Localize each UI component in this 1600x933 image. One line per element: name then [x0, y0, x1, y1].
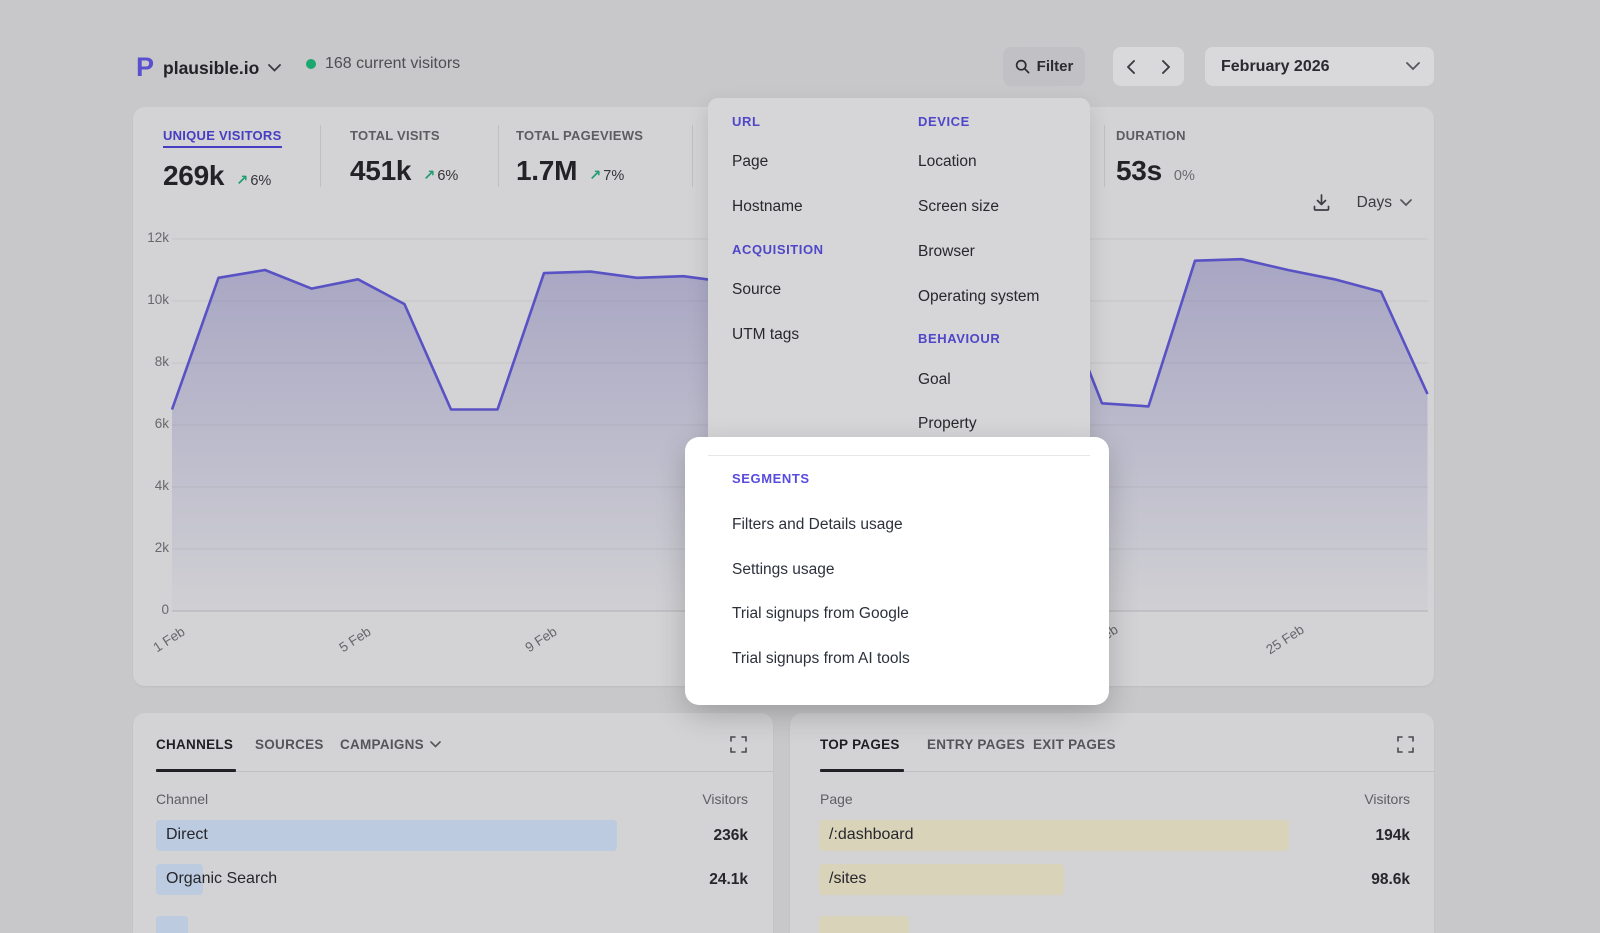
row-value: 194k	[1376, 827, 1410, 845]
column-header: Page	[820, 791, 853, 807]
stat-change: ↗7%	[589, 168, 624, 184]
stat-duration[interactable]: DURATION 53s 0%	[1116, 128, 1195, 187]
row-value: 24.1k	[709, 871, 748, 889]
prev-period-button[interactable]	[1113, 47, 1149, 86]
stat-change: ↗6%	[423, 168, 458, 184]
chevron-down-icon	[430, 741, 441, 748]
filter-section-acquisition: ACQUISITION	[732, 242, 824, 262]
current-visitors[interactable]: 168 current visitors	[306, 55, 460, 73]
tab-campaigns[interactable]: CAMPAIGNS	[340, 737, 441, 752]
filter-item-hostname[interactable]: Hostname	[732, 198, 803, 220]
stat-total-visits[interactable]: TOTAL VISITS 451k ↗6%	[350, 128, 458, 187]
chevron-down-icon	[268, 64, 281, 72]
stat-divider	[320, 125, 321, 187]
x-axis-label: 1 Feb	[130, 610, 209, 668]
stat-change: 0%	[1174, 168, 1195, 184]
menu-divider	[708, 455, 1090, 456]
filter-item-operating-system[interactable]: Operating system	[918, 288, 1039, 310]
filter-item-property[interactable]: Property	[918, 415, 977, 437]
x-axis-label: 9 Feb	[502, 610, 581, 668]
current-visitors-label: 168 current visitors	[325, 55, 460, 73]
stat-label: UNIQUE VISITORS	[163, 128, 282, 148]
date-range-label: February 2026	[1221, 58, 1330, 76]
filter-button[interactable]: Filter	[1003, 47, 1085, 86]
row-value: 236k	[714, 827, 748, 845]
row-bar	[819, 916, 909, 933]
filter-section-behaviour: BEHAVIOUR	[918, 331, 1000, 351]
stat-divider	[498, 125, 499, 187]
filter-button-label: Filter	[1037, 58, 1074, 75]
segments-spotlight: SEGMENTS Filters and Details usage Setti…	[685, 437, 1109, 705]
x-axis-label: 25 Feb	[1246, 610, 1325, 668]
chevron-right-icon	[1162, 60, 1171, 74]
trend-up-icon: ↗	[423, 168, 435, 184]
period-nav	[1113, 47, 1184, 86]
interval-label: Days	[1357, 194, 1392, 212]
filter-section-segments: SEGMENTS	[732, 471, 810, 486]
chevron-down-icon	[1400, 199, 1412, 207]
stat-value: 269k	[163, 160, 224, 192]
date-range-select[interactable]: February 2026	[1205, 47, 1434, 86]
filter-item-location[interactable]: Location	[918, 153, 977, 175]
stat-unique-visitors[interactable]: UNIQUE VISITORS 269k ↗6%	[163, 128, 282, 192]
tabs-divider	[156, 771, 773, 772]
stat-value: 53s	[1116, 155, 1162, 187]
stat-label: TOTAL PAGEVIEWS	[516, 128, 643, 143]
filter-item-screen-size[interactable]: Screen size	[918, 198, 999, 220]
pages-panel: TOP PAGES ENTRY PAGES EXIT PAGES Page Vi…	[790, 713, 1434, 933]
stat-divider	[1104, 125, 1105, 187]
dashboard-page: P plausible.io 168 current visitors Filt…	[0, 0, 1600, 933]
stat-value: 451k	[350, 155, 411, 187]
row-bar	[156, 820, 617, 851]
site-picker[interactable]: P plausible.io	[136, 50, 281, 86]
column-header: Visitors	[1364, 791, 1410, 807]
column-header: Visitors	[702, 791, 748, 807]
chevron-left-icon	[1126, 60, 1135, 74]
live-dot-icon	[306, 59, 316, 69]
stat-label: DURATION	[1116, 128, 1195, 143]
segment-item-filters-details[interactable]: Filters and Details usage	[732, 516, 903, 538]
stat-divider	[692, 125, 693, 187]
tab-channels[interactable]: CHANNELS	[156, 737, 233, 752]
tab-exit-pages[interactable]: EXIT PAGES	[1033, 737, 1116, 752]
stat-value: 1.7M	[516, 155, 577, 187]
row-name: /sites	[829, 870, 866, 888]
tabs-divider	[820, 771, 1434, 772]
filter-item-browser[interactable]: Browser	[918, 243, 975, 265]
x-axis-label: 5 Feb	[316, 610, 395, 668]
column-header: Channel	[156, 791, 208, 807]
row-name: Direct	[166, 826, 208, 844]
filter-item-goal[interactable]: Goal	[918, 371, 951, 393]
chevron-down-icon	[1406, 62, 1420, 71]
tab-entry-pages[interactable]: ENTRY PAGES	[927, 737, 1025, 752]
filter-item-page[interactable]: Page	[732, 153, 768, 175]
expand-icon[interactable]	[730, 736, 747, 753]
row-value: 98.6k	[1371, 871, 1410, 889]
row-bar	[156, 916, 188, 933]
trend-up-icon: ↗	[236, 173, 248, 189]
trend-up-icon: ↗	[589, 168, 601, 184]
next-period-button[interactable]	[1149, 47, 1185, 86]
segment-item-settings-usage[interactable]: Settings usage	[732, 561, 835, 583]
tab-sources[interactable]: SOURCES	[255, 737, 324, 752]
site-name: plausible.io	[163, 58, 259, 79]
stat-change: ↗6%	[236, 173, 271, 189]
filter-item-source[interactable]: Source	[732, 281, 781, 303]
filter-item-utm-tags[interactable]: UTM tags	[732, 326, 799, 348]
stat-label: TOTAL VISITS	[350, 128, 458, 143]
row-name: /:dashboard	[829, 826, 914, 844]
plausible-logo: P	[136, 54, 154, 81]
interval-select[interactable]: Days	[1357, 194, 1412, 212]
search-icon	[1015, 59, 1030, 74]
download-icon[interactable]	[1312, 193, 1331, 212]
channels-panel: CHANNELS SOURCES CAMPAIGNS Channel Visit…	[133, 713, 773, 933]
expand-icon[interactable]	[1397, 736, 1414, 753]
tab-top-pages[interactable]: TOP PAGES	[820, 737, 900, 752]
filter-section-device: DEVICE	[918, 114, 970, 134]
filter-section-url: URL	[732, 114, 760, 134]
row-name: Organic Search	[166, 870, 277, 888]
stat-total-pageviews[interactable]: TOTAL PAGEVIEWS 1.7M ↗7%	[516, 128, 643, 187]
segment-item-trial-google[interactable]: Trial signups from Google	[732, 605, 909, 627]
segment-item-trial-ai-tools[interactable]: Trial signups from AI tools	[732, 650, 910, 672]
